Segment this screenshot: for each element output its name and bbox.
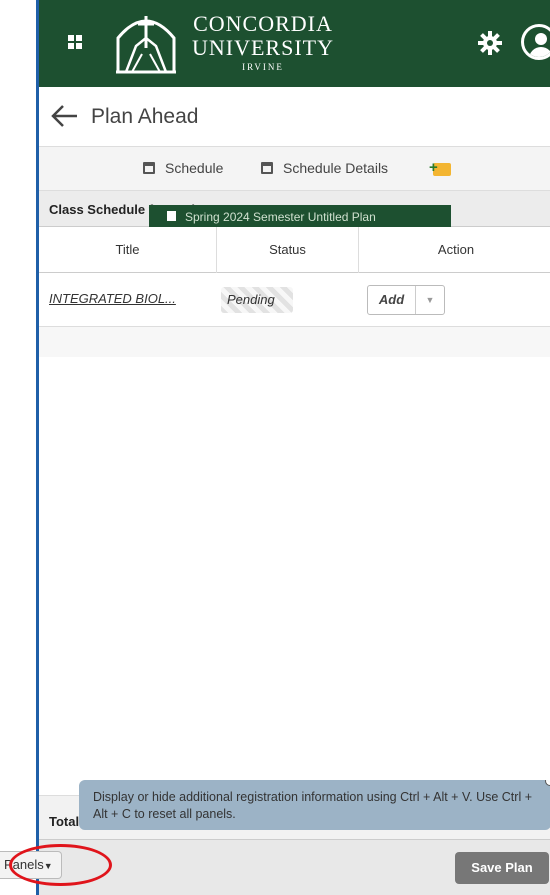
calendar-icon bbox=[143, 162, 155, 174]
totals-label: Total bbox=[49, 814, 80, 829]
calendar-icon bbox=[261, 162, 273, 174]
close-icon[interactable] bbox=[545, 780, 550, 786]
class-schedule-header: Class Schedule for Spring 2024 Semester … bbox=[39, 191, 550, 227]
panels-label: Panels bbox=[4, 857, 44, 872]
tab-row: Schedule Schedule Details + bbox=[39, 147, 550, 191]
logo-line-2: UNIVERSITY bbox=[192, 34, 334, 60]
chevron-down-icon[interactable]: ▼ bbox=[416, 286, 444, 314]
add-action-button[interactable]: Add ▼ bbox=[367, 285, 445, 315]
column-header-status[interactable]: Status bbox=[217, 227, 359, 273]
chapel-logo-icon bbox=[116, 16, 176, 74]
footer-bar: Save Plan bbox=[39, 839, 550, 895]
app-header: CONCORDIA UNIVERSITY IRVINE bbox=[39, 0, 550, 87]
table-header: Title Status Action bbox=[39, 227, 550, 273]
tab-schedule-label: Schedule bbox=[165, 160, 224, 176]
logo-line-3: IRVINE bbox=[242, 61, 284, 72]
tab-schedule[interactable]: Schedule bbox=[143, 160, 223, 176]
logo-line-1: CONCORDIA bbox=[193, 10, 333, 36]
status-badge: Pending bbox=[221, 287, 293, 313]
tab-schedule-details[interactable]: Schedule Details bbox=[261, 160, 388, 176]
grid-menu-icon[interactable] bbox=[61, 28, 89, 56]
panels-button[interactable]: Panels▼ bbox=[0, 851, 62, 879]
tab-schedule-details-label: Schedule Details bbox=[283, 160, 389, 176]
page-title: Plan Ahead bbox=[91, 105, 199, 128]
add-button-label: Add bbox=[368, 286, 416, 314]
column-header-action: Action bbox=[437, 242, 475, 257]
panels-info-tooltip: Display or hide additional registration … bbox=[79, 780, 550, 830]
panels-info-text: Display or hide additional registration … bbox=[93, 790, 532, 821]
save-plan-button[interactable]: Save Plan bbox=[455, 852, 549, 884]
user-avatar-icon[interactable] bbox=[521, 24, 550, 60]
document-icon bbox=[167, 211, 176, 221]
course-title-link[interactable]: INTEGRATED BIOL... bbox=[49, 291, 176, 306]
back-arrow-icon[interactable] bbox=[49, 103, 79, 129]
chevron-down-icon: ▼ bbox=[43, 861, 53, 871]
table-row: INTEGRATED BIOL... Pending Add ▼ bbox=[39, 273, 550, 327]
plan-tooltip: Spring 2024 Semester Untitled Plan bbox=[149, 205, 451, 227]
gear-icon[interactable] bbox=[477, 30, 503, 56]
add-folder-icon[interactable]: + bbox=[429, 159, 451, 177]
university-logo[interactable]: CONCORDIA UNIVERSITY IRVINE bbox=[114, 6, 334, 78]
app-frame: CONCORDIA UNIVERSITY IRVINE Plan Ahead S… bbox=[36, 0, 550, 895]
plan-tooltip-text: Spring 2024 Semester Untitled Plan bbox=[185, 210, 376, 224]
empty-row-area bbox=[39, 327, 550, 357]
column-header-title[interactable]: Title bbox=[39, 227, 217, 273]
page-titlebar: Plan Ahead bbox=[39, 87, 550, 147]
